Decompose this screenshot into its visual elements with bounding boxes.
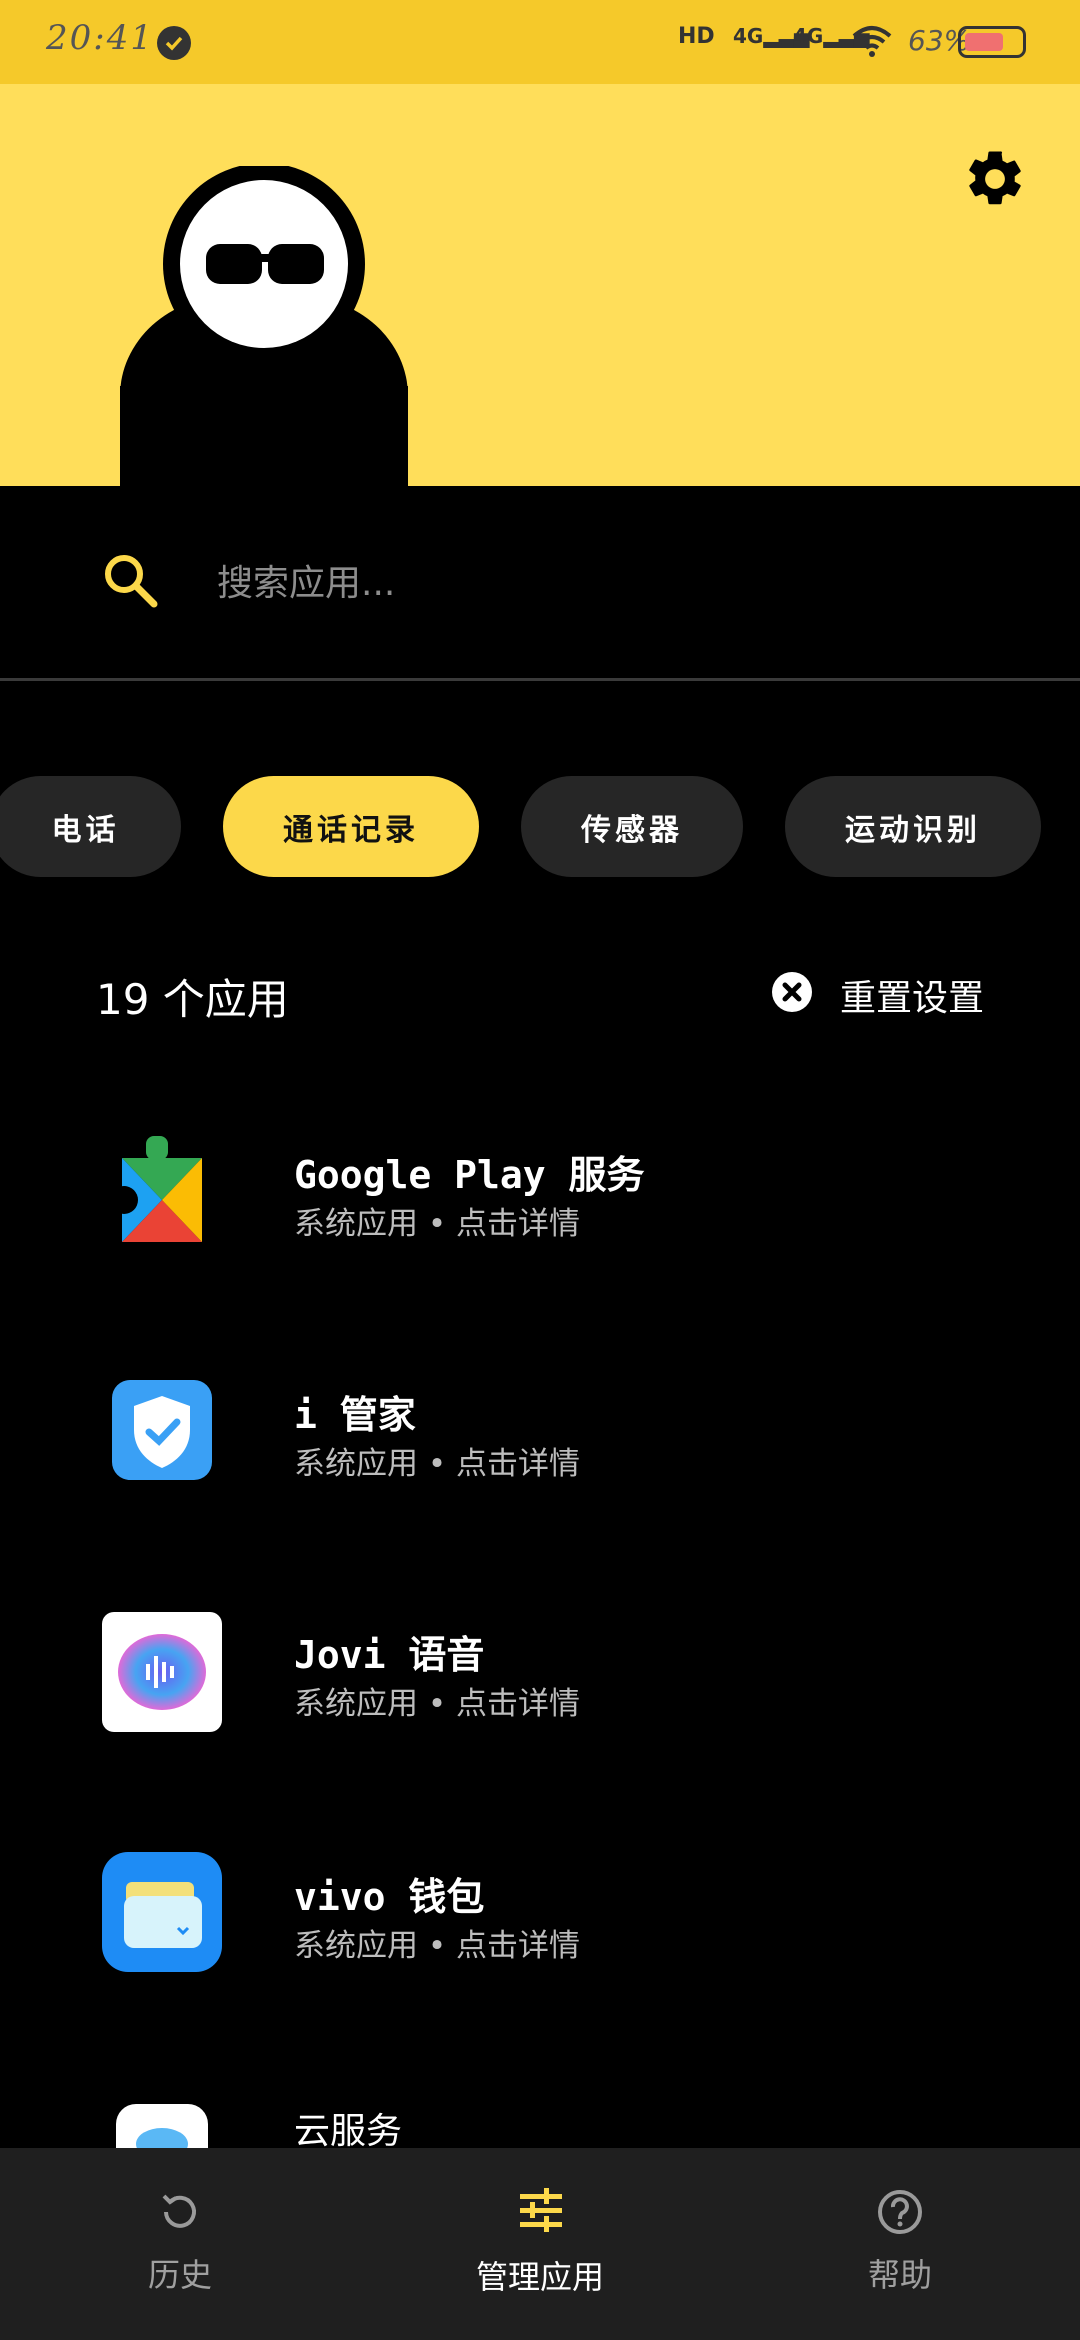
nav-manage-apps[interactable]: 管理应用 xyxy=(410,2148,670,2340)
app-title: 云服务 xyxy=(294,2111,403,2148)
voice-icon xyxy=(102,1612,222,1736)
list-item[interactable]: Google Play 服务 系统应用 • 点击详情 xyxy=(0,1110,1080,1310)
chip-motion[interactable]: 运动识别 xyxy=(785,776,1041,877)
google-play-services-icon xyxy=(110,1134,212,1266)
history-icon xyxy=(156,2188,204,2240)
chip-call-log[interactable]: 通话记录 xyxy=(223,776,479,877)
close-circle-icon[interactable] xyxy=(772,972,812,1012)
avatar-illustration xyxy=(120,166,408,486)
app-subtitle: 系统应用 • 点击详情 xyxy=(294,1928,580,1964)
search-input[interactable] xyxy=(215,556,919,610)
wallet-icon xyxy=(102,1852,222,1976)
battery-icon xyxy=(958,26,1026,58)
status-time: 20:41 xyxy=(46,18,154,58)
nav-history[interactable]: 历史 xyxy=(50,2148,310,2340)
chip-phone[interactable]: 电话 xyxy=(0,776,181,877)
app-subtitle: 系统应用 • 点击详情 xyxy=(294,1686,580,1722)
nav-help-label: 帮助 xyxy=(867,2256,932,2294)
list-item[interactable]: vivo 钱包 系统应用 • 点击详情 xyxy=(0,1832,1080,2032)
nav-manage-apps-label: 管理应用 xyxy=(475,2258,604,2296)
app-count: 19 个应用 xyxy=(96,975,289,1024)
list-item[interactable]: i 管家 系统应用 • 点击详情 xyxy=(0,1350,1080,1550)
app-subtitle: 系统应用 • 点击详情 xyxy=(294,1206,580,1242)
chip-sensors[interactable]: 传感器 xyxy=(521,776,743,877)
help-icon xyxy=(876,2188,924,2240)
profile-header xyxy=(0,84,1080,486)
app-title: Jovi 语音 xyxy=(294,1633,485,1677)
app-title: i 管家 xyxy=(294,1393,416,1437)
tune-icon xyxy=(518,2186,564,2240)
app-title: Google Play 服务 xyxy=(294,1153,645,1197)
gear-icon[interactable] xyxy=(962,146,1028,216)
nav-history-label: 历史 xyxy=(147,2256,212,2294)
bottom-navigation: 历史 管理应用 帮助 xyxy=(0,2148,1080,2340)
hd-icon: HD xyxy=(678,24,715,49)
search-icon[interactable] xyxy=(100,550,162,616)
status-bar: 20:41 HD 4G▂▃▅ 4G▂▃▅ 63% xyxy=(0,0,1080,84)
check-icon xyxy=(157,26,191,60)
list-item[interactable]: Jovi 语音 系统应用 • 点击详情 xyxy=(0,1590,1080,1790)
wifi-icon xyxy=(852,24,892,62)
shield-icon xyxy=(112,1380,212,1484)
reset-settings-button[interactable]: 重置设置 xyxy=(840,969,984,1021)
app-title: vivo 钱包 xyxy=(294,1875,485,1919)
cloud-service-icon xyxy=(116,2104,208,2148)
app-subtitle: 系统应用 • 点击详情 xyxy=(294,1446,580,1482)
divider xyxy=(0,678,1080,681)
nav-help[interactable]: 帮助 xyxy=(770,2148,1030,2340)
list-item[interactable]: 云服务 xyxy=(0,2080,1080,2148)
